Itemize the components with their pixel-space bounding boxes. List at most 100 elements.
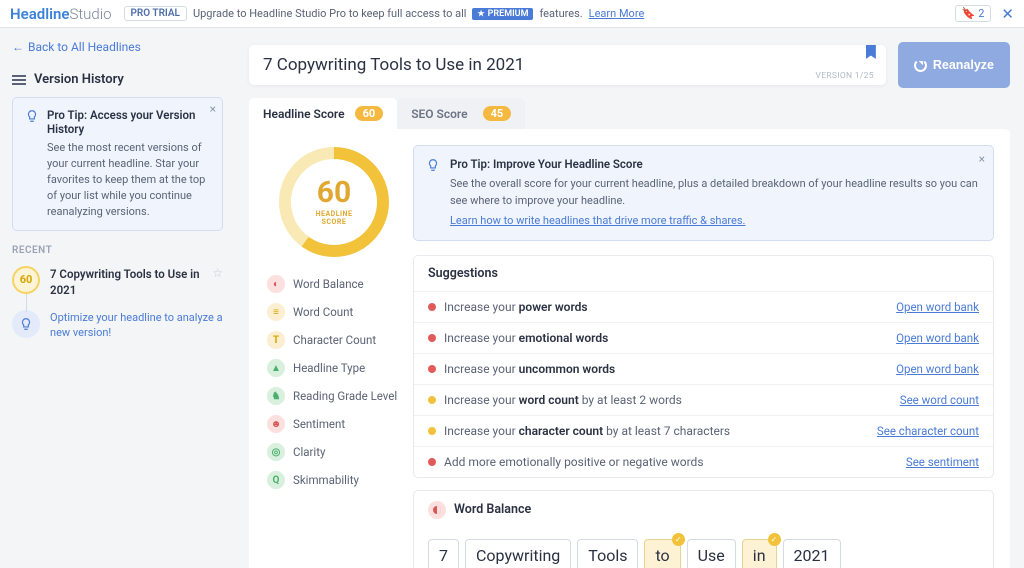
app-logo: HeadlineStudio [10,5,112,23]
suggestion-row: Add more emotionally positive or negativ… [414,446,993,477]
close-icon[interactable]: × [210,102,216,116]
pro-trial-badge: PRO TRIAL [124,6,187,21]
bookmark-count-value: 2 [978,7,984,20]
metric-icon: ☻ [267,415,285,433]
top-bar: HeadlineStudio PRO TRIAL Upgrade to Head… [0,0,1024,28]
metric-item[interactable]: QSkimmability [267,471,401,489]
settings-icon[interactable]: ✕ [1001,5,1014,23]
back-link-label: Back to All Headlines [28,40,141,54]
trial-text-1: Upgrade to Headline Studio Pro to keep f… [193,7,466,20]
word-box: Copywriting [465,539,571,568]
status-dot [428,334,436,342]
lightbulb-icon [25,109,39,123]
content-panel: 60 HEADLINESCORE ◐Word Balance≡Word Coun… [249,129,1010,568]
timeline-line [26,294,27,312]
suggestion-link[interactable]: Open word bank [896,331,979,345]
wide-tip-title: Pro Tip: Improve Your Headline Score [450,156,981,173]
suggestion-text: Add more emotionally positive or negativ… [444,455,704,469]
check-icon: ✓ [672,533,685,546]
metric-label: Reading Grade Level [293,389,397,403]
sidebar: ← Back to All Headlines Version History … [0,28,235,568]
word-balance-title: Word Balance [454,502,531,517]
version-item-current[interactable]: 60 7 Copywriting Tools to Use in 2021 ☆ [12,266,223,298]
tab-headline-score[interactable]: Headline Score 60 [249,98,397,129]
suggestion-text: Increase your power words [444,300,588,314]
headline-bar: 7 Copywriting Tools to Use in 2021 VERSI… [249,42,1010,88]
metric-item[interactable]: ≡ Word Count [267,303,401,321]
bookmark-count[interactable]: 🔖 2 [955,5,992,22]
metric-item[interactable]: ◎Clarity [267,443,401,461]
recent-label: RECENT [12,245,223,256]
score-tabs: Headline Score 60 SEO Score 45 [249,98,1010,129]
word-box: 2021 [783,539,841,568]
logo-studio: Studio [69,5,111,23]
metric-icon: Q [267,471,285,489]
suggestion-link[interactable]: Open word bank [896,362,979,376]
suggestion-text: Increase your character count by at leas… [444,424,730,438]
metric-label: Headline Type [293,361,365,375]
tab-headline-score-value: 60 [355,106,384,121]
suggestions-card: Suggestions Increase your power words Ope… [413,255,994,478]
back-to-headlines-link[interactable]: ← Back to All Headlines [12,40,141,54]
suggestion-row: Increase your character count by at leas… [414,415,993,446]
word-token: ✓inSCONJ [742,539,777,568]
tab-seo-score[interactable]: SEO Score 45 [397,98,525,129]
wide-tip-body: See the overall score for your current h… [450,177,978,207]
tab-headline-score-label: Headline Score [263,107,345,121]
close-icon[interactable]: × [979,152,985,166]
check-icon: ✓ [768,533,781,546]
metric-label: Sentiment [293,417,345,431]
suggestion-link[interactable]: See sentiment [906,455,979,469]
tab-seo-score-label: SEO Score [411,107,467,121]
word-token: 7NUM [428,539,459,568]
headline-input[interactable]: 7 Copywriting Tools to Use in 2021 [263,55,872,75]
status-dot [428,303,436,311]
suggestion-link[interactable]: See character count [877,424,979,438]
word-token: ToolsNOUN [577,539,638,568]
suggestion-text: Increase your emotional words [444,331,608,345]
star-icon[interactable]: ☆ [212,266,223,298]
metric-icon: ◐ [267,275,285,293]
trial-text-2: features. [539,7,582,20]
topbar-right: 🔖 2 ✕ [955,5,1014,23]
metric-item[interactable]: ◐ Word Balance [267,275,401,293]
metric-label: Word Balance [293,277,364,291]
version-score-badge: 60 [12,266,40,294]
metric-icon: T [267,331,285,349]
word-balance-words: 7NUMCopywritingNOUNToolsNOUN✓toPARTUseVE… [414,529,993,568]
metric-icon: ≡ [267,303,285,321]
suggestions-title: Suggestions [414,256,993,291]
sidebar-tip-box: × Pro Tip: Access your Version History S… [12,97,223,231]
logo-headline: Headline [10,5,69,23]
reanalyze-button[interactable]: Reanalyze [898,42,1010,88]
word-token: ✓toPART [644,539,680,568]
version-history-title: Version History [12,72,223,87]
big-score-label: HEADLINESCORE [316,210,353,226]
metric-label: Character Count [293,333,376,347]
metric-item[interactable]: ☻ Sentiment [267,415,401,433]
version-count-label: VERSION 1/25 [816,71,874,81]
version-title: 7 Copywriting Tools to Use in 2021 [50,266,202,298]
learn-more-link[interactable]: Learn More [589,7,645,20]
sidebar-tip-title: Pro Tip: Access your Version History [47,108,210,136]
metric-item[interactable]: T Character Count [267,331,401,349]
word-token: UseVERB [687,539,736,568]
metric-item[interactable]: ▲Headline Type [267,359,401,377]
metric-item[interactable]: ♞Reading Grade Level [267,387,401,405]
status-dot [428,427,436,435]
sidebar-tip-body: See the most recent versions of your cur… [47,140,210,220]
arrow-left-icon: ← [12,40,24,54]
headline-input-wrap[interactable]: 7 Copywriting Tools to Use in 2021 VERSI… [249,45,886,85]
metric-label: Word Count [293,305,353,319]
word-balance-card: Word Balance 7NUMCopywritingNOUNToolsNOU… [413,490,994,568]
suggestion-link[interactable]: See word count [900,393,979,407]
suggestion-link[interactable]: Open word bank [896,300,979,314]
metric-label: Clarity [293,445,325,459]
headline-score-tip: × Pro Tip: Improve Your Headline Score S… [413,145,994,241]
optimize-circle [12,310,40,338]
version-history-label: Version History [34,72,124,87]
wide-tip-link[interactable]: Learn how to write headlines that drive … [450,213,745,230]
suggestion-text: Increase your word count by at least 2 w… [444,393,682,407]
status-dot [428,458,436,466]
word-box: Use [687,539,736,568]
